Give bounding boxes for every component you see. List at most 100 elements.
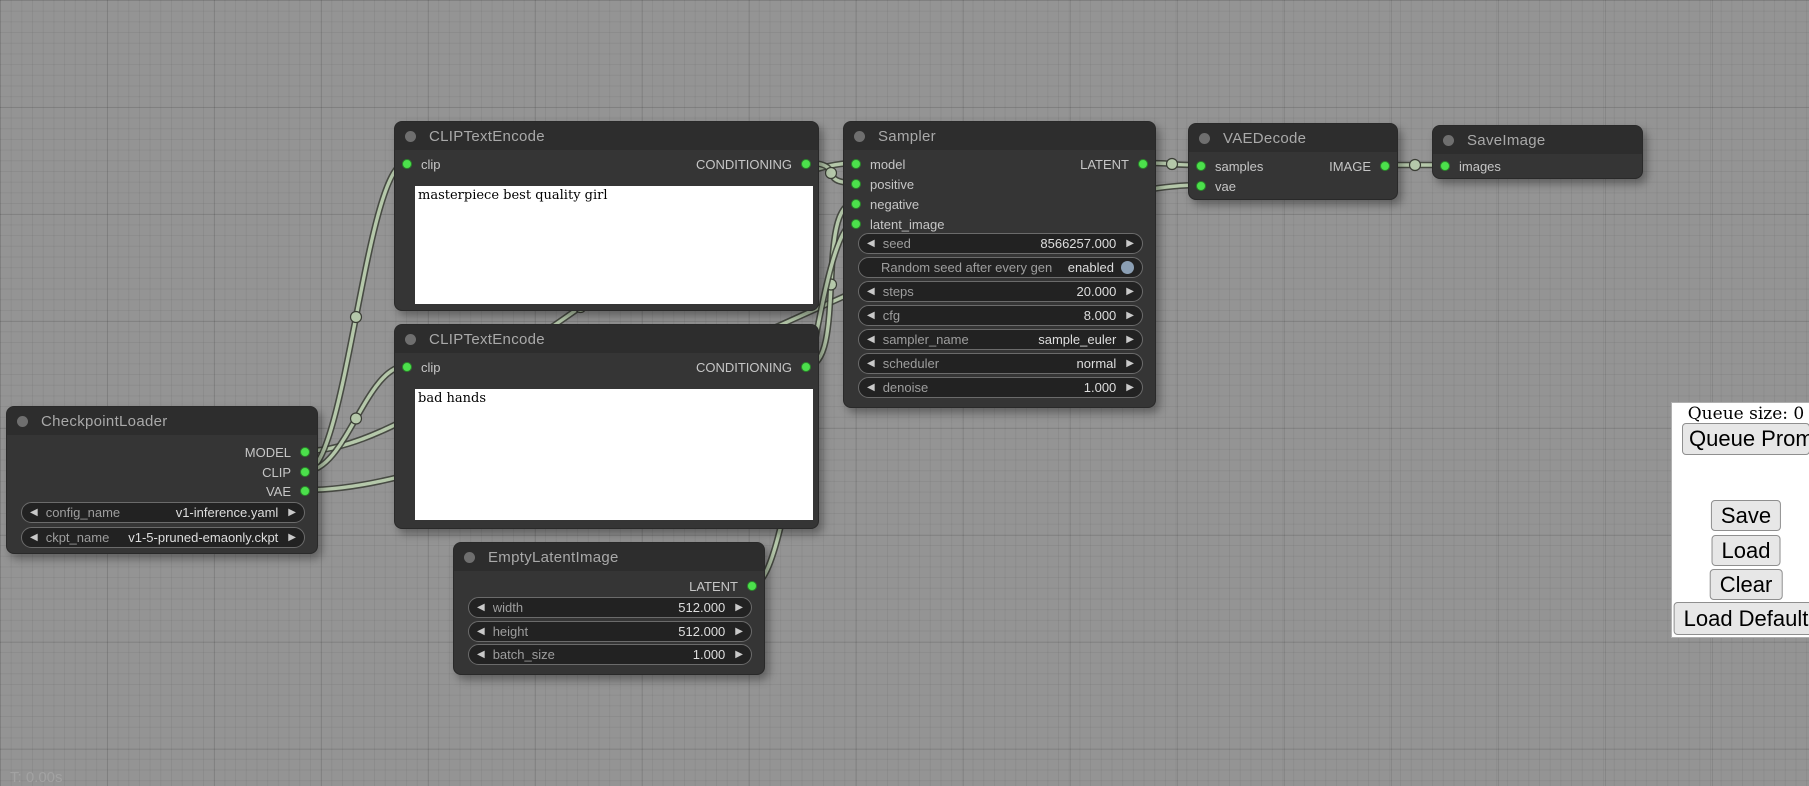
input-port-dot[interactable] xyxy=(1440,161,1450,171)
node-title-bar[interactable]: SaveImage xyxy=(1433,126,1642,154)
output-port-model[interactable]: MODEL xyxy=(245,442,310,462)
increment-arrow-icon[interactable]: ▶ xyxy=(1126,311,1134,321)
widget-label: batch_size xyxy=(493,647,693,662)
increment-arrow-icon[interactable]: ▶ xyxy=(1126,383,1134,393)
decrement-arrow-icon[interactable]: ◀ xyxy=(867,383,875,393)
output-port-dot[interactable] xyxy=(747,581,757,591)
input-port-latent-image[interactable]: latent_image xyxy=(851,214,944,234)
output-port-dot[interactable] xyxy=(801,159,811,169)
input-port-dot[interactable] xyxy=(402,362,412,372)
node-clip-text-encode-negative[interactable]: CLIPTextEncode clip CONDITIONING bad han… xyxy=(394,324,819,529)
node-checkpoint-loader[interactable]: CheckpointLoader MODEL CLIP VAE ◀ config… xyxy=(6,406,318,554)
output-port-dot[interactable] xyxy=(300,447,310,457)
input-port-vae[interactable]: vae xyxy=(1196,176,1236,196)
output-port-conditioning[interactable]: CONDITIONING xyxy=(696,154,811,174)
increment-arrow-icon[interactable]: ▶ xyxy=(735,603,743,613)
widget-height[interactable]: ◀ height 512.000 ▶ xyxy=(468,621,752,642)
widget-steps[interactable]: ◀ steps 20.000 ▶ xyxy=(858,281,1143,302)
node-collapse-dot[interactable] xyxy=(405,131,416,142)
input-port-dot[interactable] xyxy=(851,159,861,169)
increment-arrow-icon[interactable]: ▶ xyxy=(1126,239,1134,249)
widget-ckpt-name[interactable]: ◀ ckpt_name v1-5-pruned-emaonly.ckpt ▶ xyxy=(21,527,305,548)
node-collapse-dot[interactable] xyxy=(1199,133,1210,144)
widget-batch-size[interactable]: ◀ batch_size 1.000 ▶ xyxy=(468,644,752,665)
node-collapse-dot[interactable] xyxy=(17,416,28,427)
node-title-bar[interactable]: Sampler xyxy=(844,122,1155,150)
node-title-bar[interactable]: EmptyLatentImage xyxy=(454,543,764,571)
node-collapse-dot[interactable] xyxy=(1443,135,1454,146)
clear-button[interactable]: Clear xyxy=(1710,569,1783,600)
save-button[interactable]: Save xyxy=(1711,500,1781,531)
increment-arrow-icon[interactable]: ▶ xyxy=(288,508,296,518)
output-port-dot[interactable] xyxy=(300,467,310,477)
node-vae-decode[interactable]: VAEDecode samples vae IMAGE xyxy=(1188,123,1398,200)
output-port-conditioning[interactable]: CONDITIONING xyxy=(696,357,811,377)
port-label: CONDITIONING xyxy=(696,157,792,172)
input-port-dot[interactable] xyxy=(1196,161,1206,171)
load-button[interactable]: Load xyxy=(1712,535,1781,566)
node-collapse-dot[interactable] xyxy=(854,131,865,142)
widget-width[interactable]: ◀ width 512.000 ▶ xyxy=(468,597,752,618)
input-port-dot[interactable] xyxy=(402,159,412,169)
node-collapse-dot[interactable] xyxy=(405,334,416,345)
input-port-dot[interactable] xyxy=(851,179,861,189)
widget-seed[interactable]: ◀ seed 8566257.000 ▶ xyxy=(858,233,1143,254)
increment-arrow-icon[interactable]: ▶ xyxy=(735,650,743,660)
decrement-arrow-icon[interactable]: ◀ xyxy=(867,335,875,345)
decrement-arrow-icon[interactable]: ◀ xyxy=(867,239,875,249)
node-collapse-dot[interactable] xyxy=(464,552,475,563)
prompt-textarea[interactable]: bad hands xyxy=(415,389,813,520)
node-clip-text-encode-positive[interactable]: CLIPTextEncode clip CONDITIONING masterp… xyxy=(394,121,819,311)
load-default-button[interactable]: Load Default xyxy=(1674,602,1809,635)
input-port-dot[interactable] xyxy=(851,219,861,229)
node-save-image[interactable]: SaveImage images xyxy=(1432,125,1643,179)
prompt-textarea[interactable]: masterpiece best quality girl xyxy=(415,186,813,304)
input-port-clip[interactable]: clip xyxy=(402,357,441,377)
output-port-vae[interactable]: VAE xyxy=(266,481,310,501)
decrement-arrow-icon[interactable]: ◀ xyxy=(30,508,38,518)
decrement-arrow-icon[interactable]: ◀ xyxy=(477,603,485,613)
decrement-arrow-icon[interactable]: ◀ xyxy=(867,359,875,369)
input-port-positive[interactable]: positive xyxy=(851,174,914,194)
output-port-image[interactable]: IMAGE xyxy=(1329,156,1390,176)
output-port-latent[interactable]: LATENT xyxy=(1080,154,1148,174)
node-sampler[interactable]: Sampler model positive negative latent_i… xyxy=(843,121,1156,408)
increment-arrow-icon[interactable]: ▶ xyxy=(1126,335,1134,345)
decrement-arrow-icon[interactable]: ◀ xyxy=(867,311,875,321)
node-title-bar[interactable]: CLIPTextEncode xyxy=(395,325,818,353)
widget-sampler-name[interactable]: ◀ sampler_name sample_euler ▶ xyxy=(858,329,1143,350)
input-port-dot[interactable] xyxy=(851,199,861,209)
widget-cfg[interactable]: ◀ cfg 8.000 ▶ xyxy=(858,305,1143,326)
input-port-negative[interactable]: negative xyxy=(851,194,919,214)
increment-arrow-icon[interactable]: ▶ xyxy=(1126,359,1134,369)
decrement-arrow-icon[interactable]: ◀ xyxy=(30,533,38,543)
input-port-dot[interactable] xyxy=(1196,181,1206,191)
decrement-arrow-icon[interactable]: ◀ xyxy=(867,287,875,297)
output-port-dot[interactable] xyxy=(1138,159,1148,169)
output-port-dot[interactable] xyxy=(801,362,811,372)
increment-arrow-icon[interactable]: ▶ xyxy=(1126,287,1134,297)
output-port-dot[interactable] xyxy=(1380,161,1390,171)
queue-size-label: Queue size: 0 xyxy=(1672,404,1809,424)
input-port-clip[interactable]: clip xyxy=(402,154,441,174)
widget-config-name[interactable]: ◀ config_name v1-inference.yaml ▶ xyxy=(21,502,305,523)
widget-denoise[interactable]: ◀ denoise 1.000 ▶ xyxy=(858,377,1143,398)
toggle-dot[interactable] xyxy=(1121,261,1134,274)
output-port-clip[interactable]: CLIP xyxy=(262,462,310,482)
increment-arrow-icon[interactable]: ▶ xyxy=(288,533,296,543)
input-port-images[interactable]: images xyxy=(1440,156,1501,176)
node-empty-latent-image[interactable]: EmptyLatentImage LATENT ◀ width 512.000 … xyxy=(453,542,765,675)
output-port-dot[interactable] xyxy=(300,486,310,496)
queue-prompt-button[interactable]: Queue Prompt xyxy=(1682,423,1809,455)
widget-scheduler[interactable]: ◀ scheduler normal ▶ xyxy=(858,353,1143,374)
increment-arrow-icon[interactable]: ▶ xyxy=(735,627,743,637)
node-title-bar[interactable]: VAEDecode xyxy=(1189,124,1397,152)
input-port-samples[interactable]: samples xyxy=(1196,156,1263,176)
input-port-model[interactable]: model xyxy=(851,154,905,174)
node-title-bar[interactable]: CheckpointLoader xyxy=(7,407,317,435)
node-title-bar[interactable]: CLIPTextEncode xyxy=(395,122,818,150)
widget-random-seed-toggle[interactable]: Random seed after every gen enabled xyxy=(858,257,1143,278)
output-port-latent[interactable]: LATENT xyxy=(689,576,757,596)
decrement-arrow-icon[interactable]: ◀ xyxy=(477,627,485,637)
decrement-arrow-icon[interactable]: ◀ xyxy=(477,650,485,660)
